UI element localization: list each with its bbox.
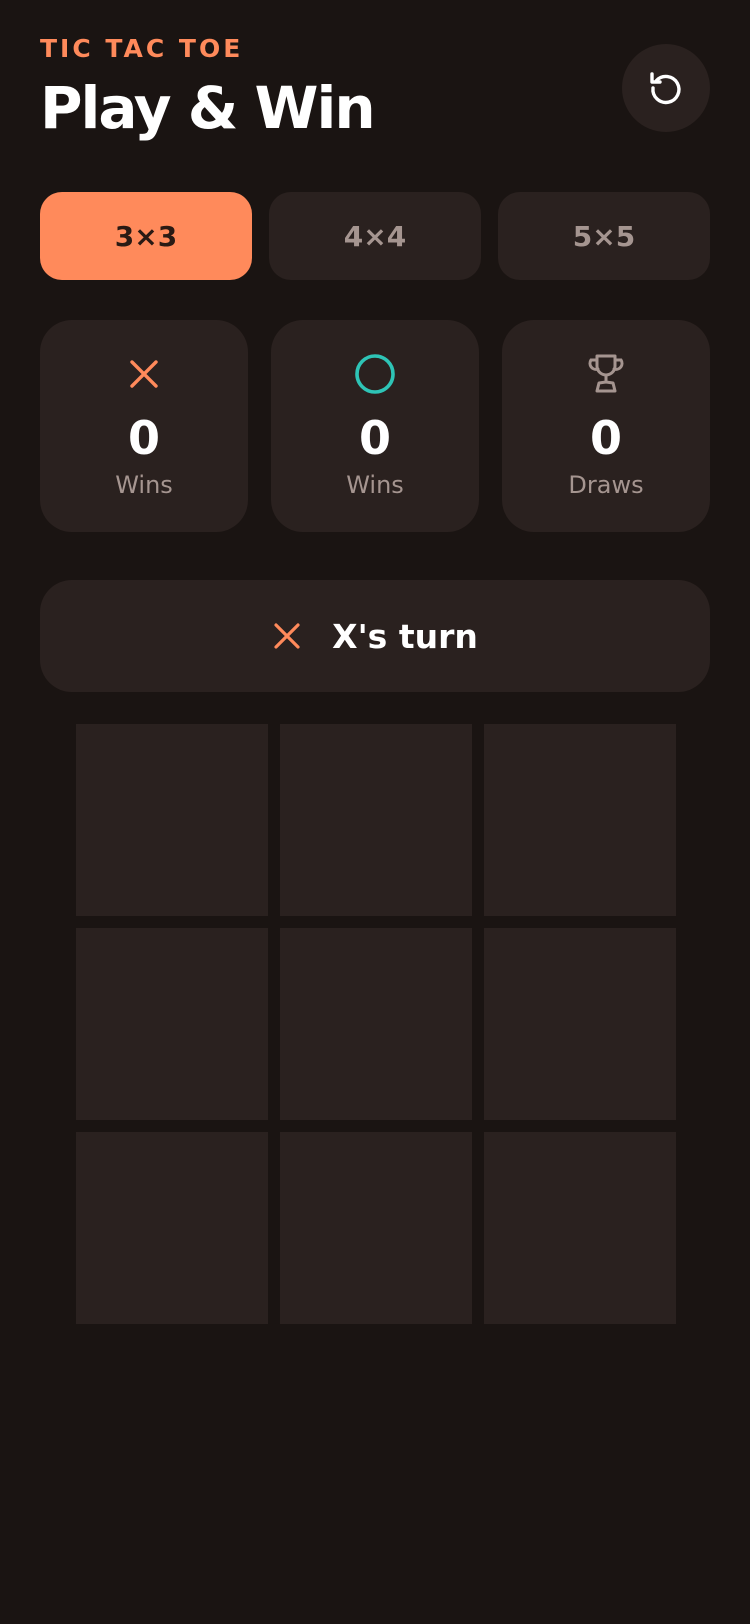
score-card-x: 0 Wins [40, 320, 248, 532]
board-cell-2-0[interactable] [76, 1132, 268, 1324]
turn-status: X's turn [40, 580, 710, 692]
board-cell-1-1[interactable] [280, 928, 472, 1120]
app-eyebrow: TIC TAC TOE [40, 34, 244, 63]
size-option-5x5[interactable]: 5×5 [498, 192, 710, 280]
board-size-selector: 3×3 4×4 5×5 [40, 192, 710, 280]
board-cell-2-2[interactable] [484, 1132, 676, 1324]
size-option-4x4[interactable]: 4×4 [269, 192, 481, 280]
board-cell-0-2[interactable] [484, 724, 676, 916]
board-cell-0-1[interactable] [280, 724, 472, 916]
refresh-icon [646, 68, 686, 108]
o-icon [271, 352, 479, 396]
trophy-icon [502, 352, 710, 396]
size-option-3x3[interactable]: 3×3 [40, 192, 252, 280]
header: TIC TAC TOE Play & Win [40, 30, 710, 150]
score-label-o: Wins [346, 471, 404, 499]
page-title: Play & Win [40, 74, 376, 142]
x-icon [40, 352, 248, 396]
board-cell-2-1[interactable] [280, 1132, 472, 1324]
scoreboard: 0 Wins 0 Wins 0 Draws [40, 320, 710, 532]
score-value-x: 0 [127, 411, 160, 465]
score-value-o: 0 [358, 411, 391, 465]
score-card-draws: 0 Draws [502, 320, 710, 532]
score-value-draws: 0 [589, 411, 622, 465]
reset-button[interactable] [622, 44, 710, 132]
score-label-x: Wins [115, 471, 173, 499]
score-card-o: 0 Wins [271, 320, 479, 532]
game-board [76, 724, 676, 1324]
board-cell-1-0[interactable] [76, 928, 268, 1120]
score-label-draws: Draws [568, 471, 644, 499]
turn-status-text: X's turn [332, 616, 478, 656]
board-cell-1-2[interactable] [484, 928, 676, 1120]
board-cell-0-0[interactable] [76, 724, 268, 916]
x-icon [272, 621, 302, 651]
